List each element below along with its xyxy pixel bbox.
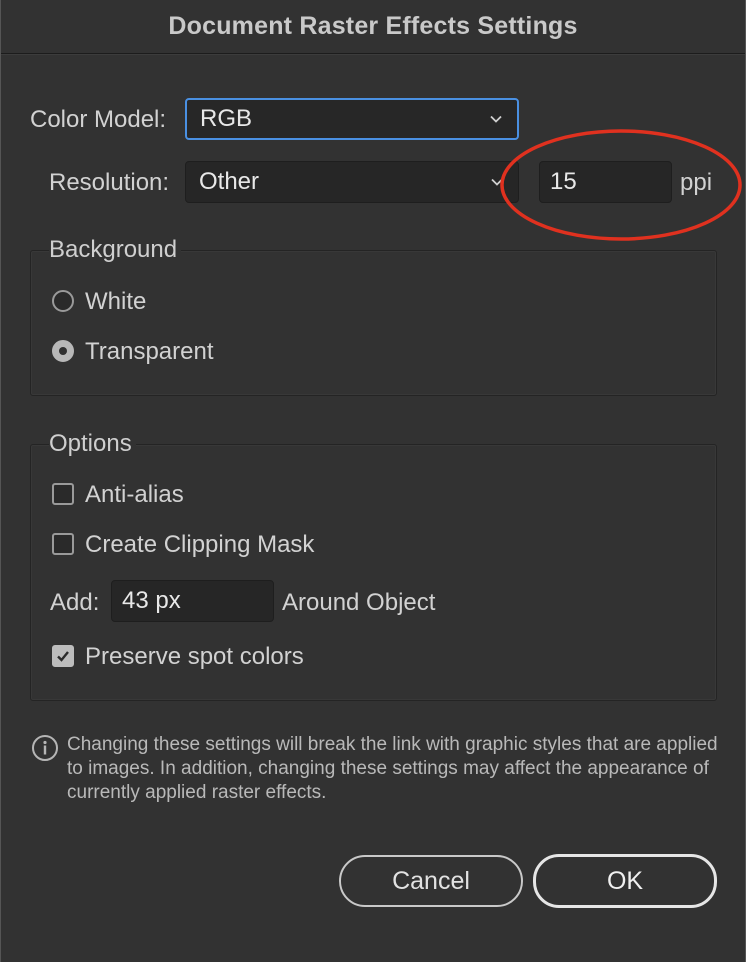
info-icon	[32, 735, 58, 761]
add-amount-input[interactable]: 43 px	[111, 580, 274, 622]
resolution-value: Other	[199, 168, 260, 195]
anti-alias-label[interactable]: Anti-alias	[85, 481, 184, 509]
around-object-label: Around Object	[282, 589, 436, 616]
cancel-button[interactable]: Cancel	[339, 855, 523, 907]
dialog-title: Document Raster Effects Settings	[168, 12, 578, 40]
ok-button[interactable]: OK	[533, 854, 717, 908]
background-group-title: Background	[49, 236, 182, 264]
chevron-down-icon	[490, 115, 502, 123]
highlight-circle-annotation	[500, 129, 742, 241]
radio-white-label[interactable]: White	[85, 288, 146, 316]
radio-transparent[interactable]	[52, 340, 74, 362]
preserve-spot-checkbox[interactable]	[52, 645, 74, 667]
preserve-spot-label[interactable]: Preserve spot colors	[85, 643, 304, 671]
background-group	[30, 250, 717, 396]
resolution-select[interactable]: Other	[185, 161, 519, 203]
options-group-title: Options	[49, 430, 136, 458]
resolution-label: Resolution:	[49, 169, 170, 196]
radio-white[interactable]	[52, 290, 74, 312]
add-label: Add:	[50, 589, 100, 616]
color-model-select[interactable]: RGB	[185, 98, 519, 140]
raster-effects-dialog: Document Raster Effects Settings Color M…	[0, 0, 746, 962]
title-bar[interactable]: Document Raster Effects Settings	[1, 0, 745, 54]
color-model-value: RGB	[200, 105, 253, 132]
anti-alias-checkbox[interactable]	[52, 483, 74, 505]
color-model-label: Color Model:	[30, 106, 167, 133]
radio-transparent-label[interactable]: Transparent	[85, 338, 214, 366]
clipping-mask-label[interactable]: Create Clipping Mask	[85, 531, 314, 559]
clipping-mask-checkbox[interactable]	[52, 533, 74, 555]
add-amount-value: 43 px	[122, 587, 181, 614]
checkmark-icon	[57, 651, 69, 662]
info-message: Changing these settings will break the l…	[67, 734, 718, 803]
